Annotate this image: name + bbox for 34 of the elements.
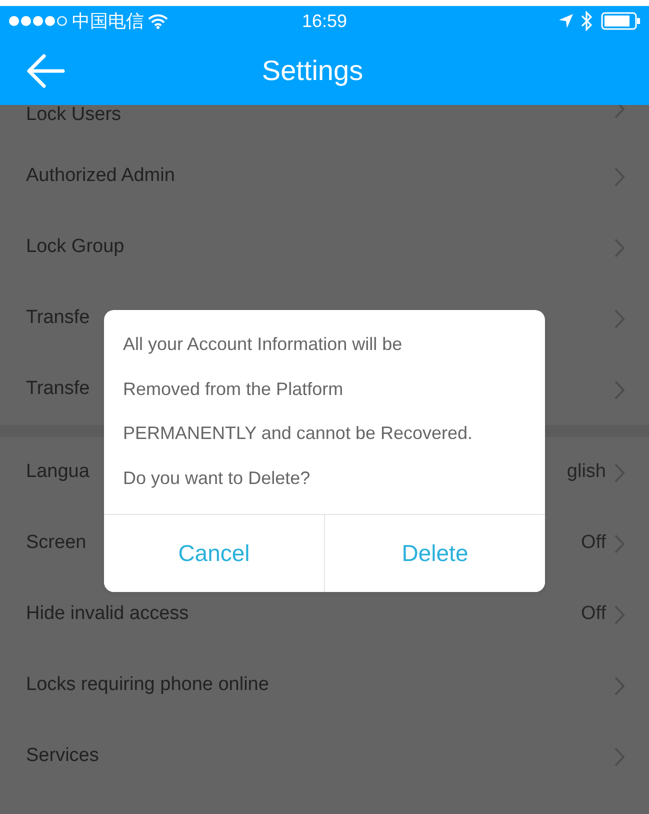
carrier-name: 中国电信 [72,10,144,32]
setting-label: Screen [26,531,86,556]
chevron-right-icon [614,380,625,400]
setting-value: Off [581,531,606,556]
screen-title: Settings [260,54,364,88]
location-arrow-icon [559,14,574,28]
setting-label: Lock Group [26,235,124,260]
setting-label: Transfe [26,306,90,330]
clock-time: 16:59 [302,10,348,32]
battery-icon [601,12,642,30]
setting-label: Services [26,744,99,768]
chevron-right-icon [614,238,625,258]
dialog-button[interactable]: Cancel [104,514,324,592]
wifi-icon [148,14,168,28]
setting-label: Lock Users [26,105,122,125]
bluetooth-icon [581,11,594,31]
setting-label: Transfe [26,377,90,402]
chevron-right-icon [614,746,625,766]
chevron-right-icon [614,604,625,624]
chevron-right-icon [614,462,625,482]
setting-label: Hide invalid access [26,602,189,626]
dialog-button[interactable]: Delete [324,514,545,592]
chevron-right-icon [614,166,625,186]
chevron-right-icon [614,308,625,328]
dialog-message: All your Account Information will be Removed from the Platform PERMANENTLY and cannot be Recovered. Do you want to Delete? [122,333,474,490]
chevron-right-icon [614,105,625,119]
signal-icon [8,15,68,27]
chevron-right-icon [614,534,625,554]
setting-value: Off [581,602,606,626]
setting-label: Langua [26,460,90,484]
chevron-right-icon [614,676,625,696]
setting-label: Locks requiring phone online [26,673,269,698]
setting-label: Authorized Admin [26,164,175,188]
setting-value: glish [566,460,606,484]
